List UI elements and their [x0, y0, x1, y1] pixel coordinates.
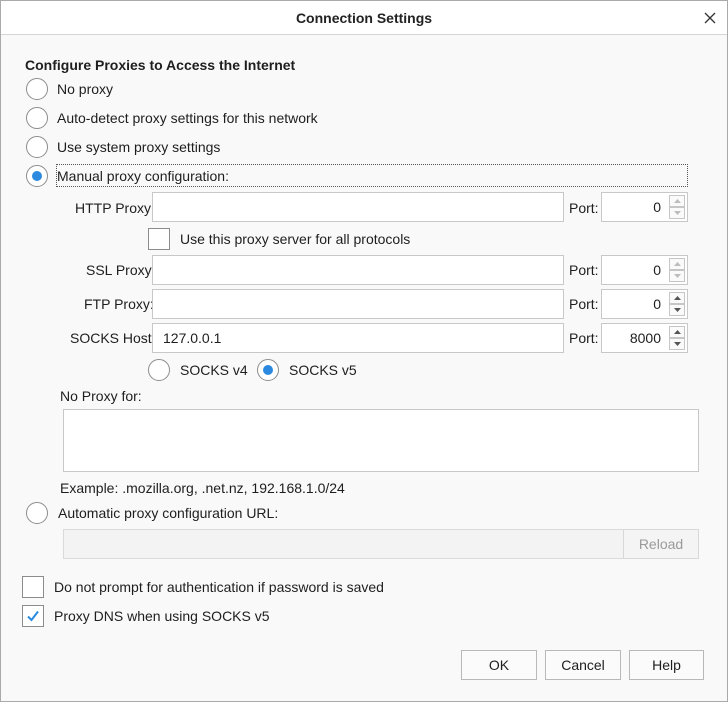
ftp-proxy-label: FTP Proxy: [84, 296, 154, 312]
ftp-proxy-input[interactable] [152, 289, 564, 319]
close-button[interactable] [697, 5, 723, 31]
ssl-port-up[interactable] [669, 258, 685, 270]
help-button[interactable]: Help [629, 650, 704, 680]
auto-detect-radio[interactable] [26, 107, 48, 129]
ssl-proxy-input[interactable] [152, 255, 564, 285]
ftp-port-value: 0 [653, 296, 661, 312]
socks-v4-label: SOCKS v4 [180, 362, 248, 378]
socks-host-input[interactable]: 127.0.0.1 [152, 323, 564, 353]
socks-port-value: 8000 [629, 330, 661, 346]
system-proxy-radio[interactable] [26, 136, 48, 158]
no-proxy-radio[interactable] [26, 78, 48, 100]
no-proxy-for-label: No Proxy for: [60, 388, 142, 404]
chevron-up-icon [673, 296, 681, 300]
socks-host-label: SOCKS Host: [70, 330, 156, 346]
auto-config-url-radio[interactable] [26, 502, 48, 524]
auto-detect-label: Auto-detect proxy settings for this netw… [57, 110, 318, 126]
ssl-port-value: 0 [653, 262, 661, 278]
chevron-down-icon [673, 211, 681, 215]
http-proxy-input[interactable] [152, 192, 564, 222]
title-bar: Connection Settings [1, 1, 727, 35]
ssl-port-stepper[interactable]: 0 [601, 255, 688, 285]
http-port-down[interactable] [669, 207, 685, 219]
ftp-port-stepper[interactable]: 0 [601, 289, 688, 319]
close-icon [704, 12, 716, 24]
use-for-all-checkbox[interactable] [148, 228, 170, 250]
no-prompt-auth-label: Do not prompt for authentication if pass… [54, 579, 384, 595]
chevron-down-icon [673, 274, 681, 278]
auto-config-url-label: Automatic proxy configuration URL: [58, 505, 279, 521]
chevron-down-icon [673, 308, 681, 312]
section-title: Configure Proxies to Access the Internet [25, 57, 296, 73]
http-proxy-label: HTTP Proxy: [75, 200, 155, 216]
window-title: Connection Settings [295, 10, 433, 26]
system-proxy-label: Use system proxy settings [57, 139, 221, 155]
socks-v5-radio[interactable] [257, 359, 279, 381]
ssl-port-down[interactable] [669, 270, 685, 282]
auto-config-url-input[interactable] [63, 529, 624, 559]
cancel-button[interactable]: Cancel [545, 650, 621, 680]
connection-settings-dialog: Connection Settings Configure Proxies to… [0, 0, 728, 702]
no-proxy-label: No proxy [57, 81, 114, 97]
use-for-all-label: Use this proxy server for all protocols [180, 231, 411, 247]
http-port-label: Port: [569, 200, 599, 216]
socks-v5-label: SOCKS v5 [289, 362, 357, 378]
chevron-up-icon [673, 262, 681, 266]
manual-proxy-radio[interactable] [26, 165, 48, 187]
proxy-dns-label: Proxy DNS when using SOCKS v5 [54, 608, 270, 624]
ftp-port-up[interactable] [669, 292, 685, 304]
chevron-up-icon [673, 330, 681, 334]
checkmark-icon [27, 610, 39, 622]
socks-port-down[interactable] [669, 338, 685, 350]
http-port-value: 0 [653, 199, 661, 215]
chevron-up-icon [673, 199, 681, 203]
no-proxy-for-textarea[interactable] [63, 409, 699, 472]
ok-button[interactable]: OK [461, 650, 537, 680]
proxy-dns-checkbox[interactable] [22, 605, 44, 627]
ftp-port-down[interactable] [669, 304, 685, 316]
socks-v4-radio[interactable] [148, 359, 170, 381]
ftp-port-label: Port: [569, 296, 599, 312]
manual-proxy-label: Manual proxy configuration: [57, 168, 229, 184]
ssl-proxy-label: SSL Proxy: [86, 262, 156, 278]
http-port-up[interactable] [669, 195, 685, 207]
socks-port-stepper[interactable]: 8000 [601, 323, 688, 353]
reload-button[interactable]: Reload [623, 529, 699, 559]
ssl-port-label: Port: [569, 262, 599, 278]
socks-port-label: Port: [569, 330, 599, 346]
chevron-down-icon [673, 342, 681, 346]
no-prompt-auth-checkbox[interactable] [22, 576, 44, 598]
http-port-stepper[interactable]: 0 [601, 192, 688, 222]
socks-port-up[interactable] [669, 326, 685, 338]
no-proxy-example: Example: .mozilla.org, .net.nz, 192.168.… [60, 480, 345, 496]
